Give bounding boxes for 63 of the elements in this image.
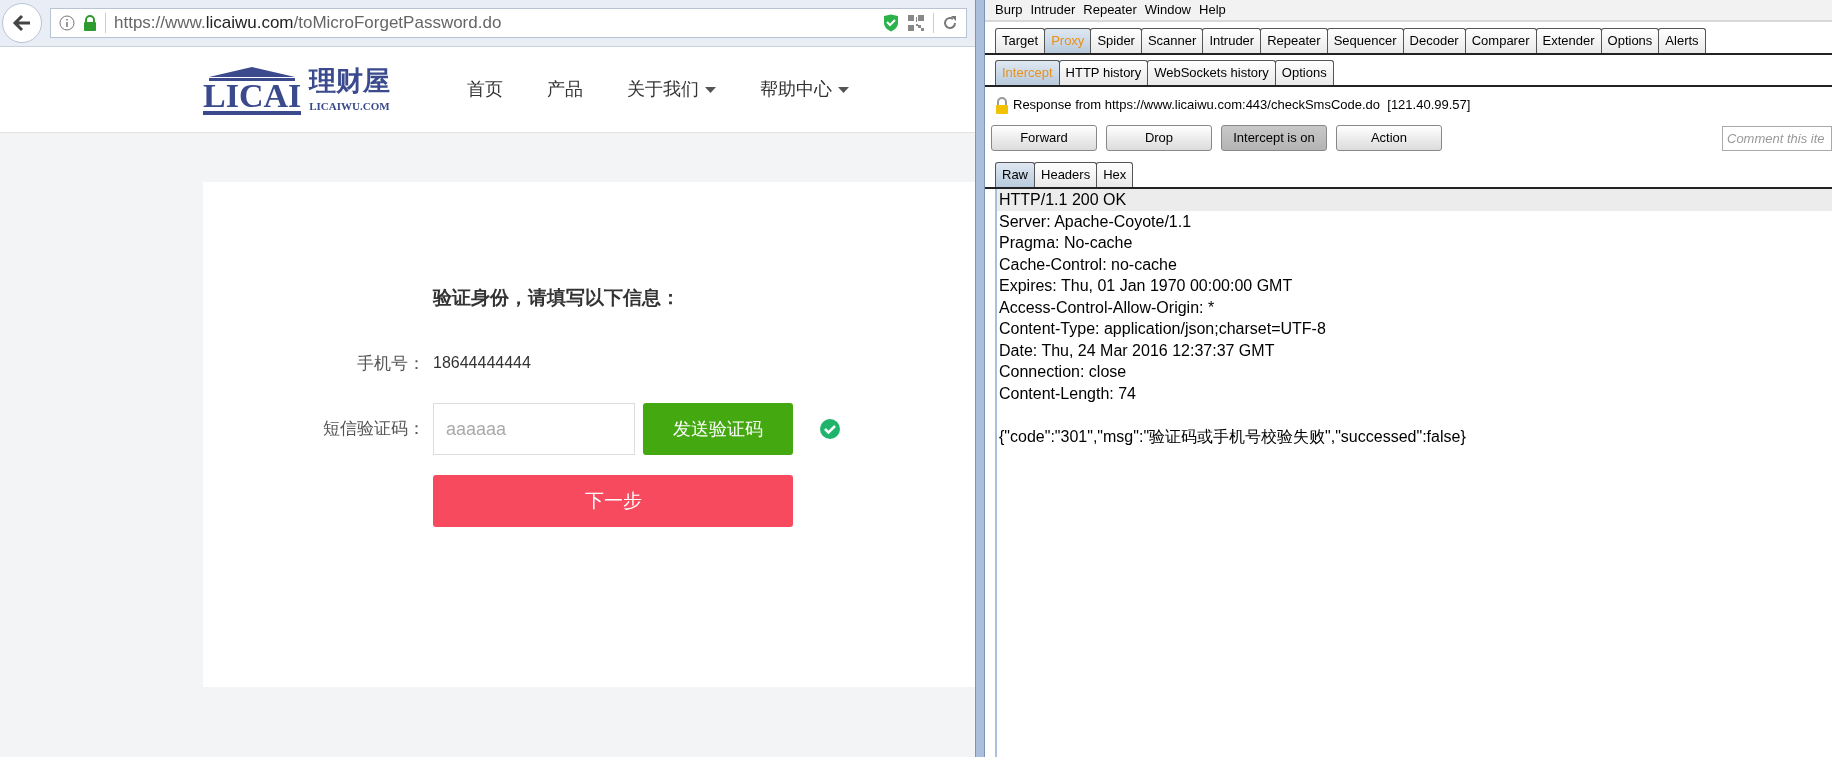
comment-field[interactable]: Comment this ite xyxy=(1722,125,1832,151)
tab[interactable]: Options xyxy=(1600,28,1660,53)
menu-item[interactable]: Repeater xyxy=(1083,0,1137,20)
tab[interactable]: Options xyxy=(1274,60,1334,85)
form-heading: 验证身份，请填写以下信息： xyxy=(433,286,681,310)
header-line: Server: Apache-Coyote/1.1 xyxy=(998,211,1193,232)
url-text: https://www.licaiwu.com/toMicroForgetPassword.do xyxy=(114,12,503,35)
caret-icon xyxy=(838,86,850,93)
menu-item[interactable]: Window xyxy=(1144,0,1191,20)
phone-label: 手机号： xyxy=(356,352,425,375)
nav-link[interactable]: 帮助中心 xyxy=(760,76,850,103)
roof-icon xyxy=(207,66,298,81)
menu-item[interactable]: Burp xyxy=(995,0,1023,20)
sms-code-input[interactable]: aaaaaa xyxy=(433,403,635,455)
nav-link[interactable]: 首页 xyxy=(467,76,504,103)
tab[interactable]: Scanner xyxy=(1140,28,1204,53)
back-button[interactable] xyxy=(2,3,42,43)
action-button[interactable]: Action xyxy=(1336,125,1442,151)
logo-name: 理财屋 xyxy=(309,65,391,99)
tab[interactable]: Raw xyxy=(995,162,1035,187)
response-source: Response from https://www.licaiwu.com:443/checkSmsCode.do [121.40.99.57] xyxy=(1013,96,1471,115)
logo-domain: LICAIWU.COM xyxy=(309,99,391,115)
tab[interactable]: Extender xyxy=(1535,28,1602,53)
header-line: Expires: Thu, 01 Jan 1970 00:00:00 GMT xyxy=(998,276,1294,296)
reload-icon[interactable] xyxy=(942,15,958,31)
tab[interactable]: Repeater xyxy=(1260,28,1328,53)
lock-icon xyxy=(83,15,97,31)
header-line: Access-Control-Allow-Origin: * xyxy=(998,297,1216,318)
qr-code-icon[interactable] xyxy=(907,14,925,32)
tab[interactable]: HTTP history xyxy=(1058,60,1149,85)
shield-icon[interactable] xyxy=(883,14,899,32)
lock-icon xyxy=(995,96,1009,114)
phone-number: 18644444444 xyxy=(433,353,531,374)
tab[interactable]: Decoder xyxy=(1402,28,1466,53)
tab[interactable]: Sequencer xyxy=(1326,28,1404,53)
tab[interactable]: Comparer xyxy=(1464,28,1537,53)
header-line: Date: Thu, 24 Mar 2016 12:37:37 GMT xyxy=(998,340,1276,361)
nav-link[interactable]: 关于我们 xyxy=(627,76,717,103)
menu-item[interactable]: Intruder xyxy=(1030,0,1076,20)
back-arrow-icon xyxy=(12,14,32,32)
action-button[interactable]: Intercept is on xyxy=(1221,125,1327,151)
header-line: Connection: close xyxy=(998,362,1128,382)
tab[interactable]: Hex xyxy=(1096,162,1134,187)
tab[interactable]: Alerts xyxy=(1658,28,1706,53)
sms-code-label: 短信验证码： xyxy=(322,418,425,441)
info-icon xyxy=(59,15,75,31)
header-line: Cache-Control: no-cache xyxy=(998,254,1178,275)
logo-mark: LICAI xyxy=(203,80,302,115)
url-field[interactable]: https://www.licaiwu.com/toMicroForgetPassword.do xyxy=(50,8,967,38)
tab[interactable]: Spider xyxy=(1090,28,1142,53)
tab[interactable]: WebSockets history xyxy=(1147,60,1276,85)
tab[interactable]: Headers xyxy=(1034,162,1098,187)
action-button[interactable]: Forward xyxy=(991,125,1097,151)
action-button[interactable]: Drop xyxy=(1106,125,1212,151)
nav-link[interactable]: 产品 xyxy=(547,76,584,103)
response-body: {"code":"301","msg":"验证码或手机号校验失败","successed":false} xyxy=(998,426,1467,447)
header-line: Content-Type: application/json;charset=UTF-8 xyxy=(998,319,1327,339)
caret-icon xyxy=(705,86,717,93)
menu-item[interactable]: Help xyxy=(1199,0,1226,20)
tab[interactable]: Intruder xyxy=(1202,28,1262,53)
header-line: Pragma: No-cache xyxy=(998,233,1134,253)
tab[interactable]: Target xyxy=(995,28,1046,53)
header-line: Content-Length: 74 xyxy=(998,383,1137,404)
